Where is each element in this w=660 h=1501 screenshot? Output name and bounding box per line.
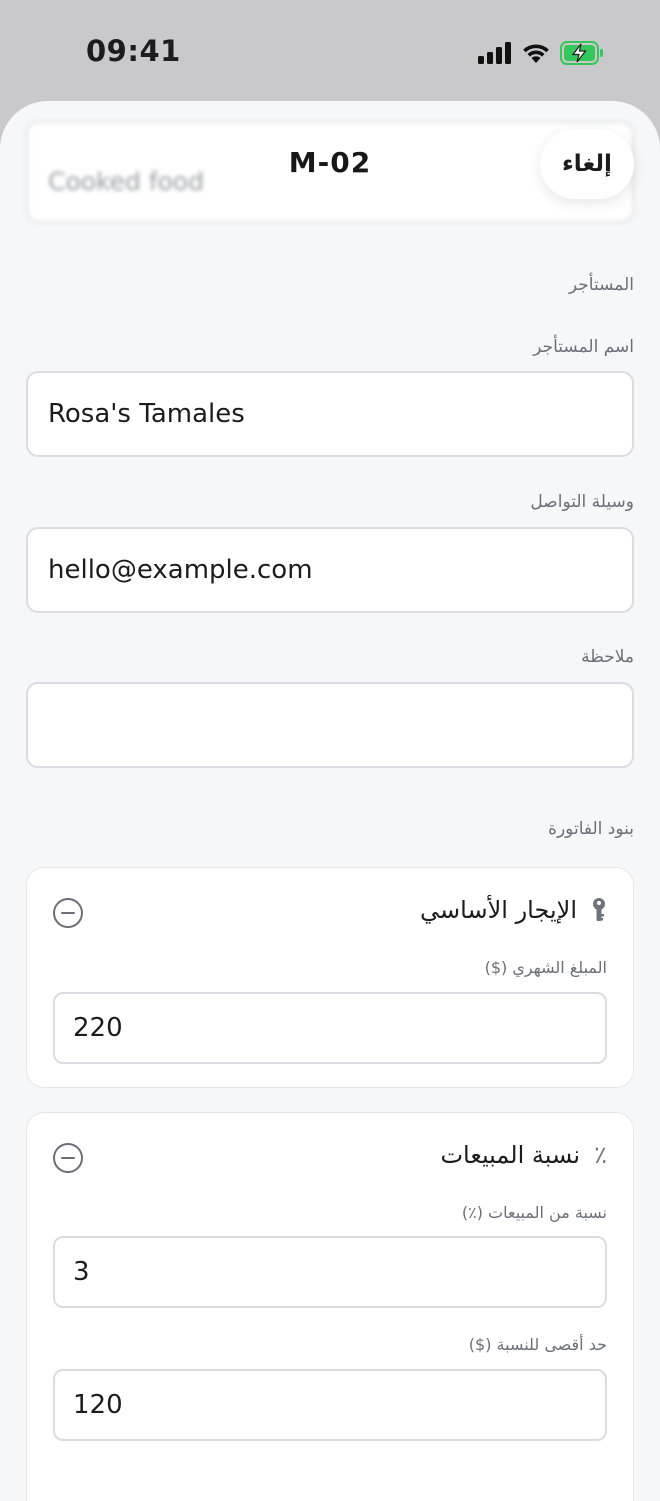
note-input[interactable] xyxy=(26,682,634,768)
key-icon xyxy=(591,897,607,923)
contact-label: وسيلة التواصل xyxy=(530,492,634,512)
status-bar: 09:41 xyxy=(0,0,660,104)
tenant-section-label: المستأجر xyxy=(568,275,634,295)
invoice-item-sales-percentage: ٪ نسبة المبيعات نسبة من المبيعات (٪) 3 ح… xyxy=(26,1112,634,1501)
sheet-header: M-02 إلغاء xyxy=(0,101,660,231)
cancel-button[interactable]: إلغاء xyxy=(540,129,634,199)
percent-cap-input[interactable]: 120 xyxy=(53,1369,607,1441)
invoice-items-section-label: بنود الفاتورة xyxy=(548,819,634,839)
card-title-row: ٪ نسبة المبيعات xyxy=(440,1141,607,1169)
cellular-signal-icon xyxy=(478,42,512,64)
card-title: الإيجار الأساسي xyxy=(420,896,577,924)
edit-sheet: Cooked food M-02 إلغاء المستأجر اسم المس… xyxy=(0,101,660,1501)
monthly-amount-input[interactable]: 220 xyxy=(53,992,607,1064)
status-time: 09:41 xyxy=(86,34,181,68)
percent-cap-label: حد أقصى للنسبة ($) xyxy=(468,1335,607,1354)
note-label: ملاحظة xyxy=(581,647,634,667)
tenant-name-input[interactable]: Rosa's Tamales xyxy=(26,371,634,457)
percent-icon: ٪ xyxy=(594,1141,607,1169)
card-title-row: الإيجار الأساسي xyxy=(420,896,607,924)
remove-item-button[interactable] xyxy=(53,898,83,928)
remove-item-button[interactable] xyxy=(53,1143,83,1173)
status-icons xyxy=(478,40,604,66)
battery-charging-icon xyxy=(560,41,604,65)
sales-percent-label: نسبة من المبيعات (٪) xyxy=(461,1203,607,1222)
sales-percent-input[interactable]: 3 xyxy=(53,1236,607,1308)
card-title: نسبة المبيعات xyxy=(440,1141,581,1169)
contact-input[interactable]: hello@example.com xyxy=(26,527,634,613)
invoice-item-base-rent: الإيجار الأساسي المبلغ الشهري ($) 220 xyxy=(26,867,634,1088)
tenant-name-label: اسم المستأجر xyxy=(533,337,634,357)
wifi-icon xyxy=(521,42,551,64)
monthly-amount-label: المبلغ الشهري ($) xyxy=(484,958,607,977)
